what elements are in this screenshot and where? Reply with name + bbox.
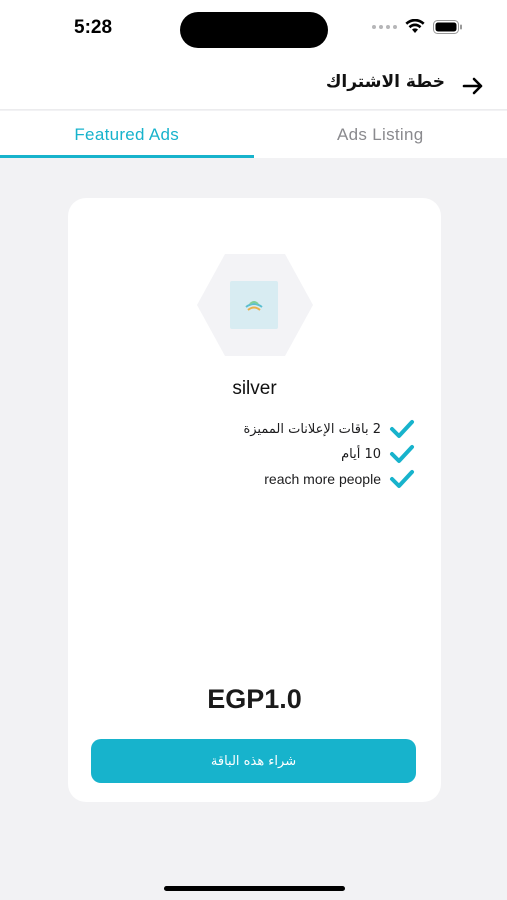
battery-icon [433, 19, 462, 34]
feature-item: 2 باقات الإعلانات المميزة [243, 418, 415, 440]
page-title: خطة الاشتراك [325, 72, 445, 92]
back-button[interactable] [459, 72, 487, 100]
feature-text: reach more people [264, 471, 381, 487]
check-icon [390, 445, 414, 463]
feature-item: 10 أيام [341, 443, 415, 465]
tab-ads-listing[interactable]: Ads Listing [254, 111, 507, 158]
status-bar: 5:28 [0, 0, 507, 62]
feature-text: 2 باقات الإعلانات المميزة [243, 421, 381, 437]
app-header: خطة الاشتراك [0, 62, 507, 110]
status-time: 5:28 [74, 17, 113, 38]
status-icons [372, 19, 463, 34]
feature-list: 2 باقات الإعلانات المميزة 10 أيام reach … [243, 418, 415, 490]
check-icon [390, 470, 414, 488]
dynamic-island [180, 12, 328, 48]
plan-name: silver [232, 378, 277, 399]
wifi-icon [405, 19, 425, 33]
tab-featured-ads[interactable]: Featured Ads [0, 111, 254, 158]
tab-bar: Featured Ads Ads Listing [0, 111, 507, 158]
feature-item: reach more people [264, 468, 415, 490]
home-indicator [164, 886, 345, 891]
signal-dots-icon [372, 24, 397, 29]
feature-text: 10 أيام [341, 446, 381, 462]
plan-badge [195, 252, 315, 358]
check-icon [390, 420, 414, 438]
buy-plan-button[interactable]: شراء هذه الباقة [91, 739, 416, 783]
plan-price: EGP1.0 [207, 684, 302, 714]
arrow-right-icon [462, 77, 483, 95]
app-logo-icon [230, 281, 278, 329]
plan-card: silver 2 باقات الإعلانات المميزة 10 أيام… [68, 198, 441, 802]
